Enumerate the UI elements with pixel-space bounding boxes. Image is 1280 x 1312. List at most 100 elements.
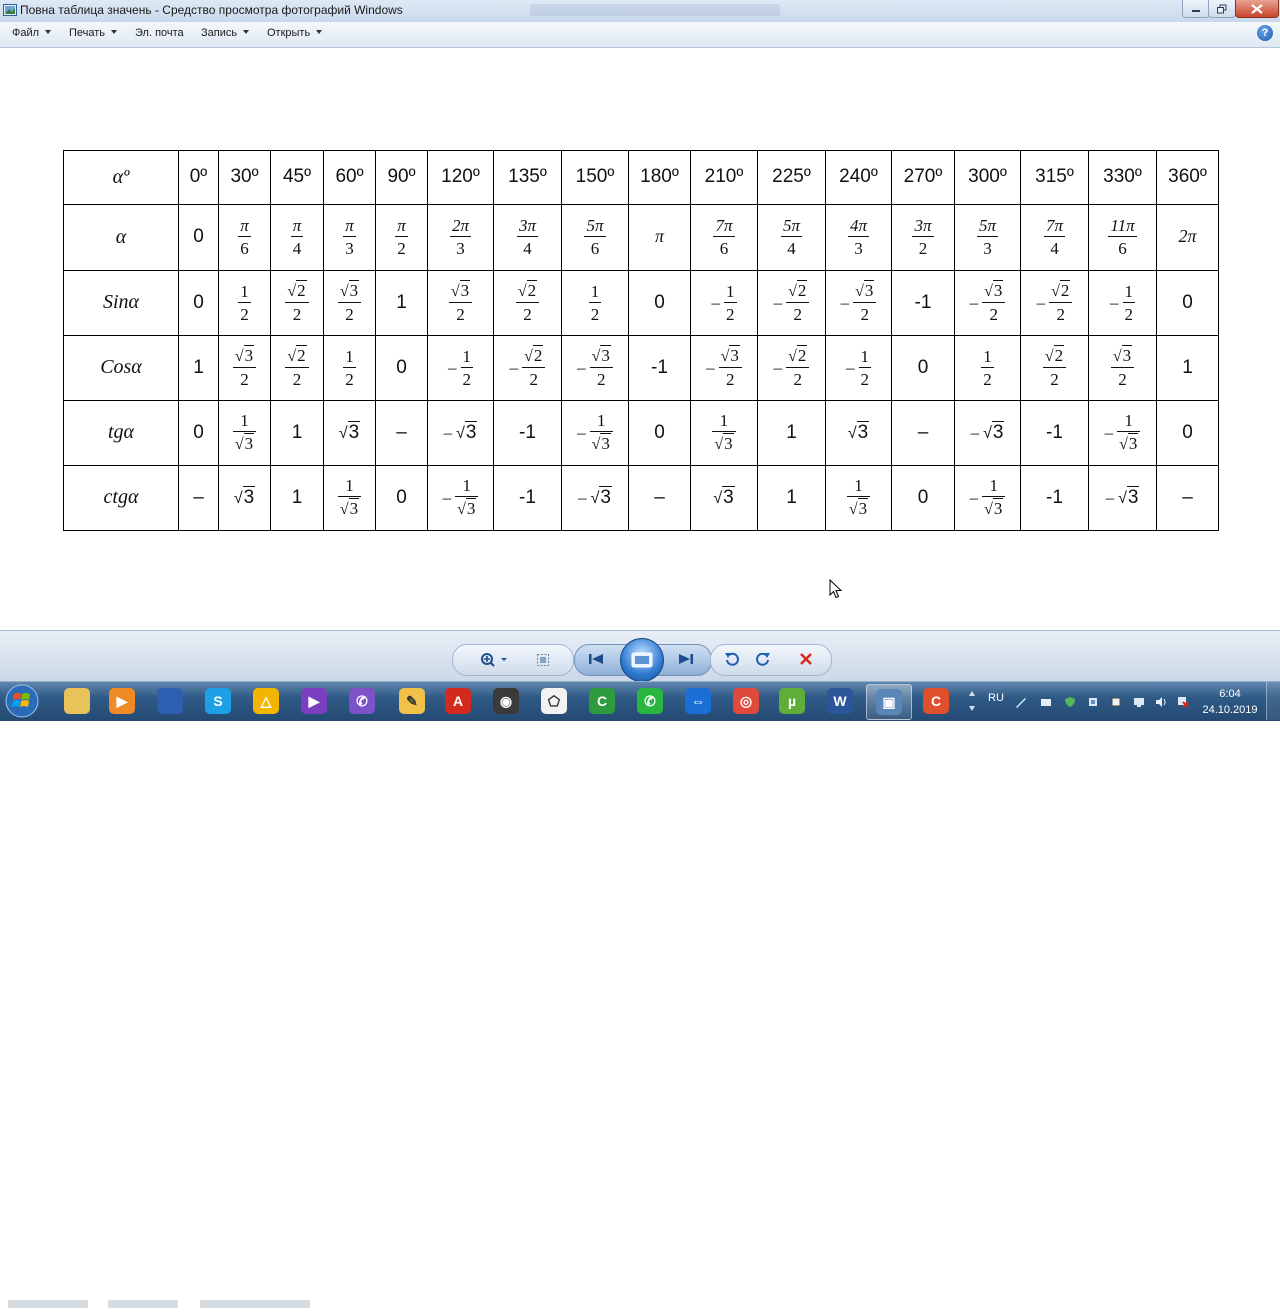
- minimize-button[interactable]: [1182, 0, 1210, 18]
- pen-icon[interactable]: [1015, 696, 1027, 708]
- table-cell: √2 2: [270, 269, 324, 336]
- previous-button[interactable]: [584, 650, 608, 668]
- table-cell: 0: [1156, 399, 1219, 466]
- show-desktop-button[interactable]: [1266, 682, 1280, 720]
- fraction-numerator: 1: [590, 412, 613, 431]
- taskbar-app-button[interactable]: [148, 684, 192, 718]
- taskbar-app-button[interactable]: △: [244, 684, 288, 718]
- close-window-button[interactable]: [1235, 0, 1279, 18]
- table-cell: √3 2: [218, 334, 271, 401]
- math-term: 1: [345, 476, 354, 496]
- cell-value: 1: [396, 291, 407, 313]
- radical-expression: √2: [287, 345, 307, 366]
- menu-file[interactable]: Файл: [12, 27, 52, 39]
- start-button[interactable]: [2, 683, 42, 719]
- restore-button[interactable]: [1208, 0, 1236, 18]
- table-cell: √2 2: [493, 269, 562, 336]
- fraction-denominator: 2: [858, 366, 871, 388]
- fraction-numerator: π: [395, 217, 408, 236]
- taskbar-app-button[interactable]: ⇔: [676, 684, 720, 718]
- table-cell: 0: [1156, 269, 1219, 336]
- taskbar-app-button[interactable]: ✎: [390, 684, 434, 718]
- rotate-right-button[interactable]: [753, 649, 773, 669]
- fraction-numerator: √3: [590, 345, 613, 367]
- taskbar-app-button[interactable]: S: [196, 684, 240, 718]
- radical-sign-glyph: √: [234, 348, 244, 366]
- taskbar-app-button[interactable]: [55, 684, 99, 718]
- actual-size-button[interactable]: [533, 650, 553, 670]
- radicand: 3: [729, 345, 740, 366]
- table-cell: –1 √3: [1088, 399, 1157, 466]
- radicand: 3: [243, 345, 255, 366]
- network-disconnected-icon[interactable]: [1177, 696, 1189, 708]
- minimize-icon: [1192, 9, 1200, 12]
- fraction: 5π 3: [976, 217, 999, 257]
- fraction-numerator: 1: [724, 283, 737, 302]
- fraction-denominator: √3: [337, 496, 362, 519]
- table-cell: – √3 2: [690, 334, 758, 401]
- taskbar-app-button[interactable]: ◎: [724, 684, 768, 718]
- disc-burner-icon: ◉: [493, 688, 519, 714]
- table-cell: – √2 2: [757, 334, 826, 401]
- menu-print[interactable]: Печать: [69, 27, 118, 39]
- fraction-denominator: 2: [343, 366, 356, 388]
- fraction: √2 2: [285, 345, 309, 388]
- fraction-denominator: 2: [448, 302, 473, 323]
- shield-icon[interactable]: [1064, 696, 1076, 708]
- clock-date[interactable]: 24.10.2019: [1200, 704, 1260, 716]
- tray-scroll-icon[interactable]: [967, 688, 977, 714]
- fraction: √3 2: [718, 345, 742, 390]
- fraction-numerator: 1: [238, 283, 251, 302]
- math-term: 2: [726, 370, 735, 390]
- radicand: 3: [991, 420, 1005, 443]
- table-cell: -1: [891, 269, 955, 336]
- menu-open[interactable]: Открыть: [267, 27, 323, 39]
- radical-expression: √3: [713, 485, 735, 509]
- radical-sign-glyph: √: [233, 489, 243, 507]
- radical-expression: √3: [340, 280, 360, 301]
- taskbar-app-button[interactable]: ▣: [866, 684, 912, 720]
- language-indicator[interactable]: RU: [988, 692, 1004, 704]
- minus-sign: –: [577, 422, 586, 442]
- slideshow-button[interactable]: [620, 638, 664, 682]
- taskbar-app-button[interactable]: ▶: [100, 684, 144, 718]
- math-term: 7π: [1045, 216, 1064, 236]
- keyboard-icon[interactable]: [1040, 696, 1052, 708]
- taskbar-app-button[interactable]: W: [818, 684, 862, 718]
- rotate-left-button[interactable]: [722, 649, 742, 669]
- fraction-numerator: 4π: [848, 217, 869, 236]
- menu-burn[interactable]: Запись: [201, 27, 250, 39]
- help-icon[interactable]: ?: [1257, 25, 1273, 41]
- volume-manager-icon[interactable]: [1110, 696, 1122, 708]
- fraction-numerator: √3: [719, 345, 742, 367]
- title-bar[interactable]: Повна таблица значень - Средство просмот…: [0, 0, 1280, 23]
- minus-sign: –: [577, 357, 586, 377]
- taskbar-app-button[interactable]: µ: [770, 684, 814, 718]
- taskbar-app-button[interactable]: ⬠: [532, 684, 576, 718]
- speaker-icon[interactable]: [1155, 696, 1167, 708]
- taskbar-app-button[interactable]: ✆: [628, 684, 672, 718]
- next-button[interactable]: [674, 650, 698, 668]
- display-icon[interactable]: [1133, 696, 1145, 708]
- table-cell: 7π 4: [1020, 203, 1089, 271]
- cell-value: 1: [786, 486, 797, 508]
- taskbar-app-button[interactable]: ✆: [340, 684, 384, 718]
- menu-open-label: Открыть: [267, 27, 311, 39]
- taskbar-app-button[interactable]: C: [914, 684, 958, 718]
- delete-button[interactable]: [796, 649, 816, 669]
- math-term: 7π: [715, 216, 733, 236]
- zoom-button[interactable]: [477, 650, 511, 670]
- fraction-numerator: 5π: [584, 217, 605, 236]
- fraction-numerator: 1: [589, 283, 602, 302]
- taskbar-app-button[interactable]: ▶: [292, 684, 336, 718]
- clock-time[interactable]: 6:04: [1212, 688, 1248, 700]
- math-term: 5π: [782, 216, 801, 236]
- menu-email[interactable]: Эл. почта: [135, 27, 184, 39]
- fraction-numerator: 1: [343, 348, 356, 367]
- taskbar-app-button[interactable]: A: [436, 684, 480, 718]
- table-cell: 0: [891, 334, 955, 401]
- taskbar-app-button[interactable]: ◉: [484, 684, 528, 718]
- taskbar-app-button[interactable]: C: [580, 684, 624, 718]
- status-strip-reflection: [0, 1296, 450, 1312]
- usb-device-icon[interactable]: [1087, 696, 1099, 708]
